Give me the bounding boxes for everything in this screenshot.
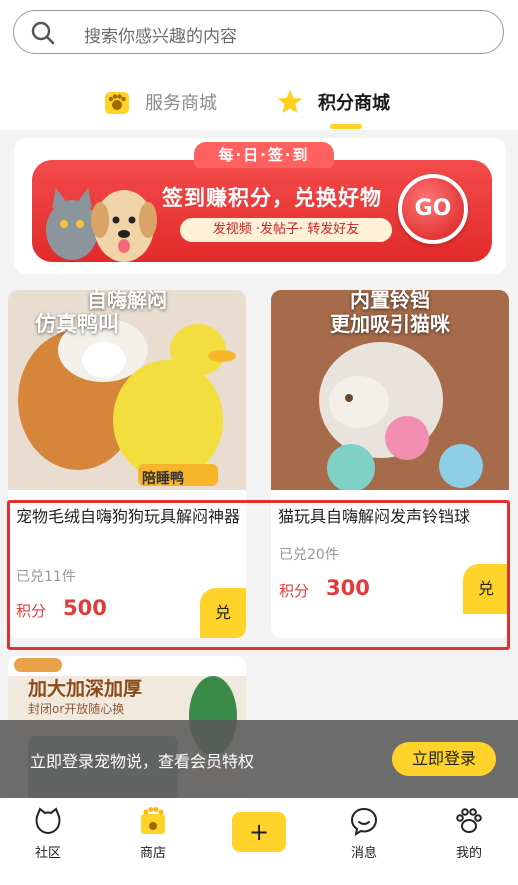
tabbar-label: 我的 — [455, 846, 482, 861]
active-tab-indicator — [330, 124, 362, 129]
tabbar-label: 社区 — [34, 846, 61, 861]
tabbar-item-messages[interactable]: 消息 — [324, 806, 404, 861]
search-icon — [31, 21, 55, 45]
cat-face-icon — [35, 807, 61, 835]
tabbar-item-shop[interactable]: 商店 — [113, 806, 193, 861]
price-value: 300 — [326, 576, 370, 600]
image-caption-line2: 仿真鸭叫 — [35, 312, 119, 336]
banner-go-button[interactable]: GO — [398, 174, 468, 244]
search-bar[interactable]: 搜索你感兴趣的内容 — [13, 10, 504, 54]
product-card[interactable]: 自嗨解闷 仿真鸭叫 陪睡鸭 宠物毛绒自嗨狗狗玩具解闷神器 已兑11件 积分 50… — [8, 290, 246, 638]
pets-illustration — [46, 188, 157, 262]
price-value: 500 — [63, 596, 107, 620]
banner-subtitle: 发视频 ·发帖子· 转发好友 — [180, 218, 392, 242]
login-button[interactable]: 立即登录 — [392, 742, 496, 776]
tab-service-mall-label: 服务商城 — [145, 93, 217, 114]
price-label: 积分 — [16, 602, 47, 620]
plus-icon[interactable]: + — [232, 812, 286, 852]
bottom-tab-bar: 社区 商店 + 消息 我的 — [0, 798, 518, 885]
redeem-button[interactable]: 兑 — [200, 588, 246, 638]
paw-badge-icon — [105, 92, 129, 114]
image-caption-line2: 更加吸引猫咪 — [330, 312, 450, 336]
sold-count: 已兑11件 — [16, 569, 76, 585]
login-prompt-text: 立即登录宠物说，查看会员特权 — [30, 752, 255, 771]
banner-title: 签到赚积分，兑换好物 — [162, 186, 382, 210]
paw-icon — [456, 808, 482, 833]
tab-points-mall-label: 积分商城 — [318, 93, 390, 114]
product-card[interactable]: 内置铃铛 更加吸引猫咪 猫玩具自嗨解闷发声铃铛球 已兑20件 积分 300 兑 — [271, 290, 509, 638]
search-placeholder: 搜索你感兴趣的内容 — [84, 27, 237, 47]
tabbar-item-community[interactable]: 社区 — [8, 806, 88, 861]
sold-count: 已兑20件 — [279, 547, 339, 563]
redeem-button[interactable]: 兑 — [463, 564, 509, 614]
top-header: 搜索你感兴趣的内容 服务商城 积分商城 — [0, 0, 518, 130]
tab-service-mall[interactable]: 服务商城 — [103, 86, 217, 118]
image-caption-line2: 封闭or开放随心换 — [28, 702, 125, 716]
tab-points-mall[interactable]: 积分商城 — [276, 86, 390, 118]
chat-bubble-icon — [350, 807, 378, 836]
banner-daily-tag: 每·日·签·到 — [194, 142, 334, 168]
image-caption-line1: 加大加深加厚 — [28, 678, 143, 700]
price-label: 积分 — [279, 582, 310, 600]
tabbar-label: 商店 — [139, 846, 166, 861]
tabbar-label: 消息 — [350, 846, 377, 861]
login-prompt-bar: 立即登录宠物说，查看会员特权 立即登录 — [0, 720, 518, 798]
product-title: 宠物毛绒自嗨狗狗玩具解闷神器 — [16, 507, 241, 526]
star-icon — [278, 90, 302, 113]
image-tag: 陪睡鸭 — [142, 471, 184, 487]
sign-in-banner[interactable]: 每·日·签·到 签到赚积分，兑换好物 发视频 ·发帖子· 转发好友 GO — [14, 138, 506, 274]
product-title: 猫玩具自嗨解闷发声铃铛球 — [278, 507, 471, 526]
shop-paw-icon — [141, 807, 165, 834]
tabbar-item-mine[interactable]: 我的 — [429, 806, 509, 861]
